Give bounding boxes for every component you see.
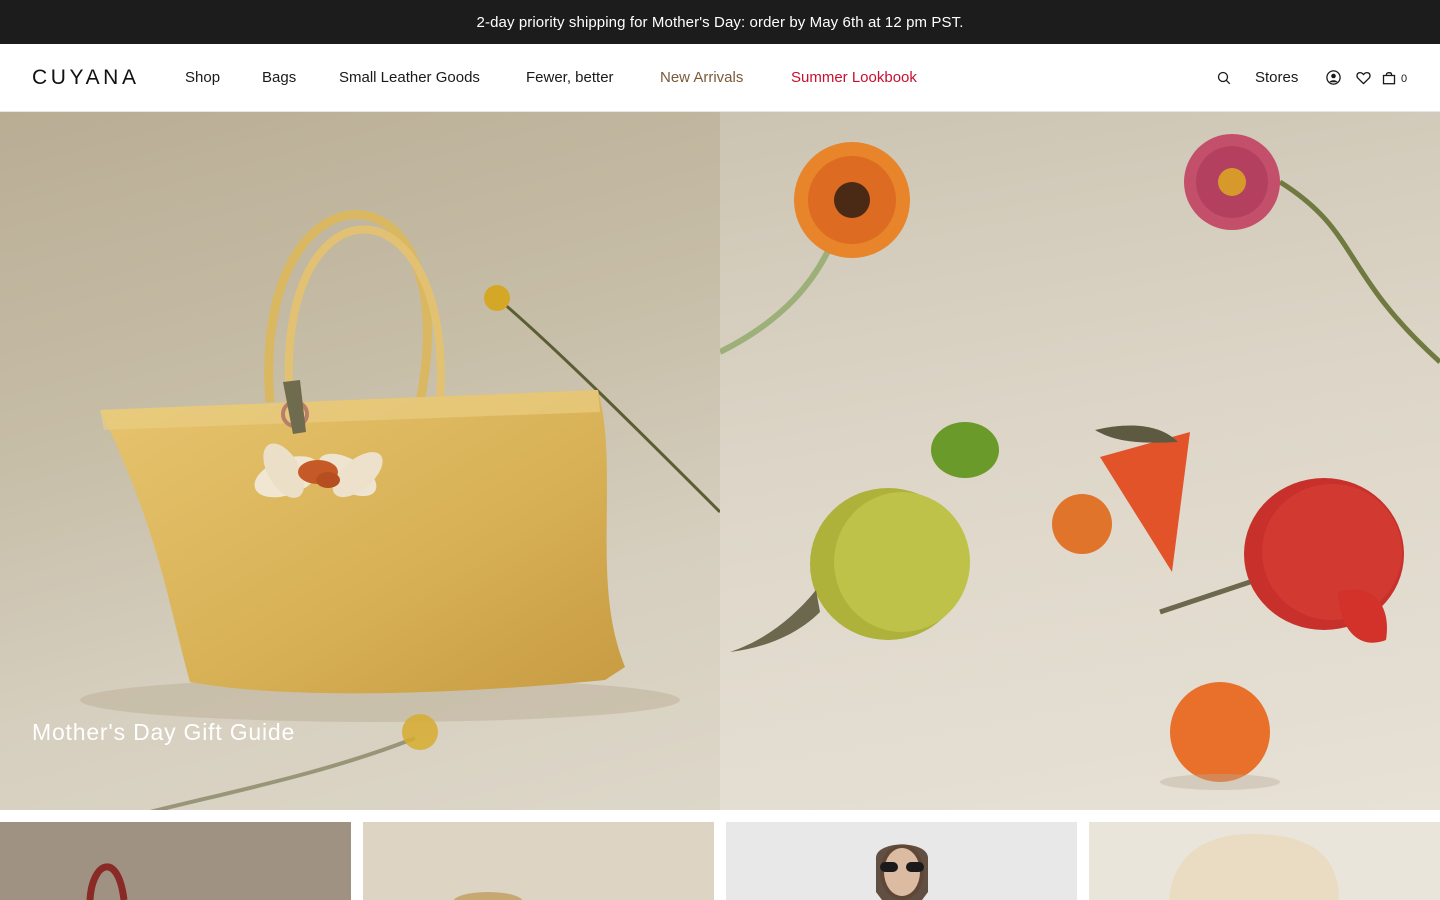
product-tiles	[0, 822, 1440, 900]
hero-collection[interactable]	[720, 112, 1440, 810]
tile-tan-bag[interactable]	[363, 822, 714, 900]
tile-image	[453, 892, 523, 900]
heart-icon[interactable]	[1355, 70, 1371, 86]
hero-left-image	[80, 210, 720, 810]
nav-item-summer-lookbook[interactable]: Summer Lookbook	[791, 69, 917, 87]
bag-icon[interactable]	[1381, 70, 1397, 86]
nav-item-bags[interactable]: Bags	[262, 69, 296, 87]
hero-right-image	[720, 134, 1440, 790]
tile-image	[86, 863, 128, 900]
stores-link[interactable]: Stores	[1255, 69, 1298, 87]
tile-model-sunglasses[interactable]	[726, 822, 1077, 900]
promo-text: 2-day priority shipping for Mother's Day…	[476, 13, 964, 31]
nav-item-new-arrivals[interactable]: New Arrivals	[660, 69, 743, 87]
nav-item-shop[interactable]: Shop	[185, 69, 220, 87]
tile-image	[1169, 833, 1339, 900]
logo[interactable]: CUYANA	[32, 66, 140, 90]
tile-image	[876, 844, 928, 900]
cart-count: 0	[1401, 73, 1408, 85]
tile-burgundy-bag[interactable]	[0, 822, 351, 900]
hero-caption[interactable]: Mother's Day Gift Guide	[32, 718, 295, 746]
search-icon[interactable]	[1216, 70, 1232, 86]
hero-gift-guide[interactable]: Mother's Day Gift Guide	[0, 112, 720, 810]
promo-banner[interactable]: 2-day priority shipping for Mother's Day…	[0, 0, 1440, 44]
user-icon[interactable]	[1325, 69, 1341, 85]
nav-item-fewer-better[interactable]: Fewer, better	[526, 69, 614, 87]
hero-section: Mother's Day Gift Guide	[0, 112, 1440, 810]
site-header: CUYANA Shop Bags Small Leather Goods Few…	[0, 44, 1440, 112]
tile-straw-hat[interactable]	[1089, 822, 1440, 900]
nav-item-small-leather-goods[interactable]: Small Leather Goods	[339, 69, 480, 87]
